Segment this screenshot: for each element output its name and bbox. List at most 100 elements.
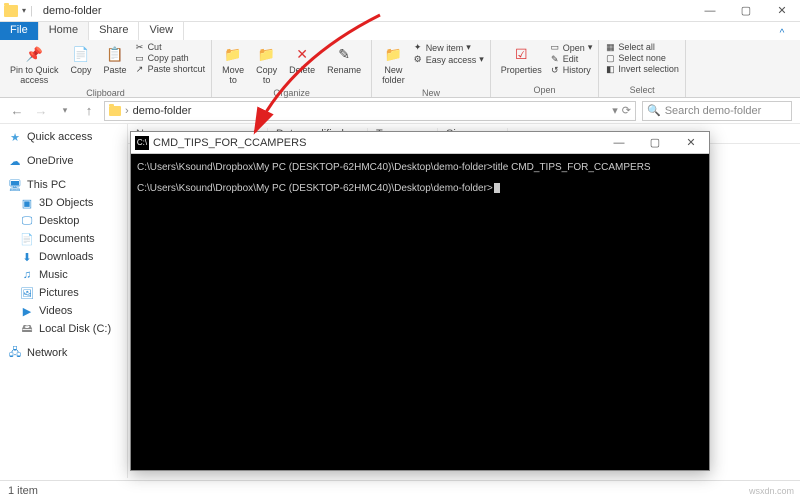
back-button[interactable]: ← <box>8 102 26 120</box>
tab-share[interactable]: Share <box>89 22 139 40</box>
delete-button[interactable]: ✕Delete <box>285 42 319 77</box>
address-bar[interactable]: › demo-folder ▾ ⟳ <box>104 101 636 121</box>
sidebar-network[interactable]: 🖧Network <box>0 344 127 362</box>
cmd-close-button[interactable]: ✕ <box>673 132 709 154</box>
pasteshortcut-button[interactable]: ↗Paste shortcut <box>135 64 206 74</box>
sidebar-3dobjects[interactable]: ▣3D Objects <box>0 194 127 212</box>
copy-button[interactable]: 📄Copy <box>67 42 96 77</box>
selectall-button[interactable]: ▦Select all <box>605 42 679 52</box>
tab-view[interactable]: View <box>139 22 184 40</box>
cut-icon: ✂ <box>135 42 145 52</box>
sidebar-music[interactable]: ♫Music <box>0 266 127 284</box>
copyto-icon: 📁 <box>257 44 277 64</box>
invert-icon: ◧ <box>605 64 615 74</box>
cmd-line: C:\Users\Ksound\Dropbox\My PC (DESKTOP-6… <box>137 160 703 175</box>
cloud-icon: ☁ <box>8 154 22 168</box>
group-clipboard: Clipboard <box>6 87 205 98</box>
properties-icon: ☑ <box>511 44 531 64</box>
pin-button[interactable]: 📌Pin to Quick access <box>6 42 63 87</box>
status-bar: 1 item <box>0 480 800 500</box>
group-select: Select <box>605 84 679 95</box>
forward-button[interactable]: → <box>32 102 50 120</box>
search-input[interactable]: 🔍 Search demo-folder <box>642 101 792 121</box>
nav-sidebar: ★Quick access ☁OneDrive 🖥This PC ▣3D Obj… <box>0 124 128 478</box>
minimize-button[interactable]: — <box>692 0 728 22</box>
copyto-button[interactable]: 📁Copy to <box>252 42 281 87</box>
pictures-icon: 🖼 <box>20 286 34 300</box>
close-button[interactable]: ✕ <box>764 0 800 22</box>
star-icon: ★ <box>8 130 22 144</box>
delete-icon: ✕ <box>292 44 312 64</box>
search-placeholder: Search demo-folder <box>665 105 762 117</box>
ribbon-tabs: File Home Share View ^ <box>0 22 800 40</box>
moveto-icon: 📁 <box>223 44 243 64</box>
folder-icon <box>4 5 18 17</box>
cut-button[interactable]: ✂Cut <box>135 42 206 52</box>
edit-button[interactable]: ✎Edit <box>550 54 593 64</box>
rename-button[interactable]: ✎Rename <box>323 42 365 77</box>
invertsel-button[interactable]: ◧Invert selection <box>605 64 679 74</box>
chevron-icon: ▾ <box>479 54 484 65</box>
cmd-titlebar[interactable]: C:\ CMD_TIPS_FOR_CCAMPERS — ▢ ✕ <box>131 132 709 154</box>
status-items: 1 item <box>8 485 38 497</box>
titlebar: ▾ | demo-folder — ▢ ✕ <box>0 0 800 22</box>
sidebar-videos[interactable]: ▶Videos <box>0 302 127 320</box>
disk-icon: 🖴 <box>20 322 34 336</box>
sidebar-thispc[interactable]: 🖥This PC <box>0 176 127 194</box>
up-button[interactable]: ↑ <box>80 102 98 120</box>
cmd-minimize-button[interactable]: — <box>601 132 637 154</box>
moveto-button[interactable]: 📁Move to <box>218 42 248 87</box>
cmd-line: C:\Users\Ksound\Dropbox\My PC (DESKTOP-6… <box>137 181 703 196</box>
recent-dropdown[interactable]: ▾ <box>56 102 74 120</box>
history-icon: ↺ <box>550 65 560 75</box>
sidebar-downloads[interactable]: ⬇Downloads <box>0 248 127 266</box>
sidebar-quickaccess[interactable]: ★Quick access <box>0 128 127 146</box>
properties-button[interactable]: ☑Properties <box>497 42 546 77</box>
cube-icon: ▣ <box>20 196 34 210</box>
search-icon: 🔍 <box>647 104 661 117</box>
sidebar-localdisk[interactable]: 🖴Local Disk (C:) <box>0 320 127 338</box>
network-icon: 🖧 <box>8 346 22 360</box>
newitem-button[interactable]: ✦New item ▾ <box>413 42 484 53</box>
cmd-maximize-button[interactable]: ▢ <box>637 132 673 154</box>
chevron-icon: ▾ <box>466 42 471 53</box>
group-new: New <box>378 87 484 98</box>
selectnone-icon: ▢ <box>605 53 615 63</box>
tab-file[interactable]: File <box>0 22 39 40</box>
folder-icon <box>109 106 121 116</box>
watermark: wsxdn.com <box>749 486 794 496</box>
paste-button[interactable]: 📋Paste <box>100 42 131 77</box>
tab-home[interactable]: Home <box>39 22 89 40</box>
download-icon: ⬇ <box>20 250 34 264</box>
open-button[interactable]: ▭Open ▾ <box>550 42 593 53</box>
desktop-icon: 🖵 <box>20 214 34 228</box>
copypath-icon: ▭ <box>135 53 145 63</box>
maximize-button[interactable]: ▢ <box>728 0 764 22</box>
edit-icon: ✎ <box>550 54 560 64</box>
ribbon-collapse-icon[interactable]: ^ <box>764 22 800 44</box>
breadcrumb[interactable]: demo-folder <box>133 105 192 117</box>
cmd-window[interactable]: C:\ CMD_TIPS_FOR_CCAMPERS — ▢ ✕ C:\Users… <box>130 131 710 471</box>
sidebar-desktop[interactable]: 🖵Desktop <box>0 212 127 230</box>
newfolder-button[interactable]: 📁New folder <box>378 42 409 87</box>
copypath-button[interactable]: ▭Copy path <box>135 53 206 63</box>
breadcrumb-sep: › <box>125 105 129 117</box>
newitem-icon: ✦ <box>413 43 423 53</box>
sidebar-onedrive[interactable]: ☁OneDrive <box>0 152 127 170</box>
qat-dropdown-icon[interactable]: ▾ <box>22 6 26 15</box>
easyaccess-button[interactable]: ⚙Easy access ▾ <box>413 54 484 65</box>
sidebar-documents[interactable]: 📄Documents <box>0 230 127 248</box>
sidebar-pictures[interactable]: 🖼Pictures <box>0 284 127 302</box>
selectnone-button[interactable]: ▢Select none <box>605 53 679 63</box>
cmd-body[interactable]: C:\Users\Ksound\Dropbox\My PC (DESKTOP-6… <box>131 154 709 202</box>
refresh-icon[interactable]: ⟳ <box>622 104 631 117</box>
chevron-icon: ▾ <box>588 42 593 53</box>
cursor <box>494 183 500 193</box>
easyaccess-icon: ⚙ <box>413 55 423 65</box>
window-title: demo-folder <box>43 5 102 17</box>
address-dropdown-icon[interactable]: ▾ <box>612 104 618 117</box>
doc-icon: 📄 <box>20 232 34 246</box>
shortcut-icon: ↗ <box>135 64 145 74</box>
cmd-title: CMD_TIPS_FOR_CCAMPERS <box>153 137 306 149</box>
history-button[interactable]: ↺History <box>550 65 593 75</box>
